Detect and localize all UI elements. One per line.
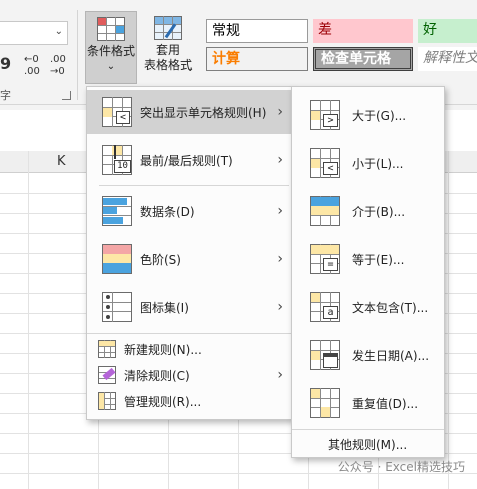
style-good[interactable]: 好 bbox=[418, 19, 477, 43]
style-explanatory[interactable]: 解释性文 bbox=[418, 47, 477, 71]
menu-separator bbox=[292, 429, 444, 430]
submenu-item-less-than[interactable]: < 小于(L)... bbox=[292, 139, 444, 187]
style-check-cell[interactable]: 检查单元格 bbox=[313, 47, 413, 71]
calendar-icon bbox=[310, 340, 340, 370]
menu-item-icon-sets[interactable]: 图标集(I) › bbox=[87, 285, 292, 329]
menu-item-label: 突出显示单元格规则(H) bbox=[140, 105, 267, 120]
eraser-icon bbox=[98, 366, 116, 384]
less-than-icon: < bbox=[310, 148, 340, 178]
menu-item-data-bars[interactable]: 数据条(D) › bbox=[87, 189, 292, 233]
submenu-item-label: 等于(E)... bbox=[352, 252, 405, 267]
menu-item-color-scales[interactable]: 色阶(S) › bbox=[87, 237, 292, 281]
chevron-down-icon[interactable]: ⌄ bbox=[55, 26, 63, 37]
style-bad[interactable]: 差 bbox=[313, 19, 413, 43]
menu-separator bbox=[87, 333, 292, 334]
symbol-glyph: < bbox=[323, 162, 338, 175]
equal-to-icon: = bbox=[310, 244, 340, 274]
conditional-formatting-label: 条件格式 bbox=[86, 44, 135, 58]
menu-item-label: 管理规则(R)... bbox=[124, 394, 202, 409]
highlight-cells-icon: < bbox=[102, 97, 132, 127]
highlight-cells-submenu: > 大于(G)... < 小于(L)... 介于(B)... = 等于(E)..… bbox=[291, 86, 445, 458]
gridline bbox=[28, 151, 29, 489]
symbol-glyph: a bbox=[323, 306, 338, 319]
submenu-item-duplicate-values[interactable]: 重复值(D)... bbox=[292, 379, 444, 427]
chevron-right-icon: › bbox=[277, 203, 283, 219]
chevron-down-icon: ⌄ bbox=[106, 61, 116, 72]
menu-item-clear-rules[interactable]: 清除规则(C) › bbox=[87, 363, 292, 387]
chevron-right-icon: › bbox=[277, 299, 283, 315]
submenu-item-more-rules[interactable]: 其他规则(M)... bbox=[328, 436, 407, 453]
conditional-formatting-icon bbox=[97, 17, 125, 41]
submenu-item-label: 大于(G)... bbox=[352, 108, 407, 123]
ribbon-divider bbox=[77, 10, 78, 100]
submenu-item-date-occurring[interactable]: 发生日期(A)... bbox=[292, 331, 444, 379]
greater-than-icon: > bbox=[310, 100, 340, 130]
submenu-item-equal-to[interactable]: = 等于(E)... bbox=[292, 235, 444, 283]
conditional-formatting-menu: < 突出显示单元格规则(H) › 10 最前/最后规则(T) › 数据条(D) … bbox=[86, 86, 293, 420]
manage-rules-icon bbox=[98, 392, 116, 410]
submenu-item-label: 小于(L)... bbox=[352, 156, 404, 171]
chevron-right-icon: › bbox=[277, 251, 283, 267]
submenu-item-text-contains[interactable]: a 文本包含(T)... bbox=[292, 283, 444, 331]
number-format-combo[interactable]: ⌄ bbox=[0, 21, 68, 45]
style-normal[interactable]: 常规 bbox=[206, 19, 308, 43]
menu-item-new-rule[interactable]: 新建规则(N)... bbox=[87, 337, 292, 361]
submenu-item-label: 介于(B)... bbox=[352, 204, 406, 219]
submenu-item-label: 发生日期(A)... bbox=[352, 348, 430, 363]
menu-separator bbox=[99, 185, 289, 186]
number-group-label: 字 bbox=[0, 89, 11, 102]
number-ten-icon: 10 bbox=[114, 160, 131, 173]
chevron-right-icon: › bbox=[277, 104, 283, 120]
chevron-down-icon[interactable]: ⌄ bbox=[186, 63, 194, 74]
symbol-glyph: > bbox=[323, 114, 338, 127]
data-bars-icon bbox=[102, 196, 132, 226]
increase-decimal-button[interactable]: ←0 .00 bbox=[24, 54, 40, 78]
menu-item-label: 最前/最后规则(T) bbox=[140, 153, 233, 168]
chevron-right-icon: › bbox=[277, 367, 283, 383]
menu-item-label: 色阶(S) bbox=[140, 252, 181, 267]
submenu-item-greater-than[interactable]: > 大于(G)... bbox=[292, 91, 444, 139]
menu-item-manage-rules[interactable]: 管理规则(R)... bbox=[87, 389, 292, 413]
format-as-table-label-1: 套用 bbox=[155, 43, 180, 57]
menu-item-highlight-cells-rules[interactable]: < 突出显示单元格规则(H) › bbox=[87, 90, 292, 134]
column-header-k[interactable]: K bbox=[57, 154, 66, 169]
top-bottom-icon: 10 bbox=[102, 145, 132, 175]
new-rule-icon bbox=[98, 340, 116, 358]
conditional-formatting-button[interactable]: 条件格式 ⌄ bbox=[85, 11, 137, 84]
duplicate-values-icon bbox=[310, 388, 340, 418]
submenu-item-between[interactable]: 介于(B)... bbox=[292, 187, 444, 235]
menu-item-label: 数据条(D) bbox=[140, 204, 195, 219]
menu-item-top-bottom-rules[interactable]: 10 最前/最后规则(T) › bbox=[87, 138, 292, 182]
gridline bbox=[448, 151, 449, 489]
text-contains-icon: a bbox=[310, 292, 340, 322]
chevron-right-icon: › bbox=[277, 152, 283, 168]
submenu-item-label: 重复值(D)... bbox=[352, 396, 419, 411]
decrease-decimal-button[interactable]: .00 →0 bbox=[50, 54, 66, 78]
between-icon bbox=[310, 196, 340, 226]
comma-style-button[interactable]: 9 bbox=[0, 56, 11, 72]
symbol-glyph: = bbox=[323, 258, 338, 271]
icon-sets-icon bbox=[102, 292, 132, 322]
menu-item-label: 新建规则(N)... bbox=[124, 342, 202, 357]
submenu-item-label: 文本包含(T)... bbox=[352, 300, 429, 315]
watermark: 公众号 · Excel精选技巧 bbox=[337, 460, 465, 474]
color-scales-icon bbox=[102, 244, 132, 274]
menu-item-label: 清除规则(C) bbox=[124, 368, 190, 383]
menu-item-label: 图标集(I) bbox=[140, 300, 189, 315]
format-as-table-icon bbox=[154, 16, 186, 45]
dialog-launcher-icon[interactable] bbox=[62, 91, 71, 100]
style-calculation[interactable]: 计算 bbox=[206, 47, 308, 71]
